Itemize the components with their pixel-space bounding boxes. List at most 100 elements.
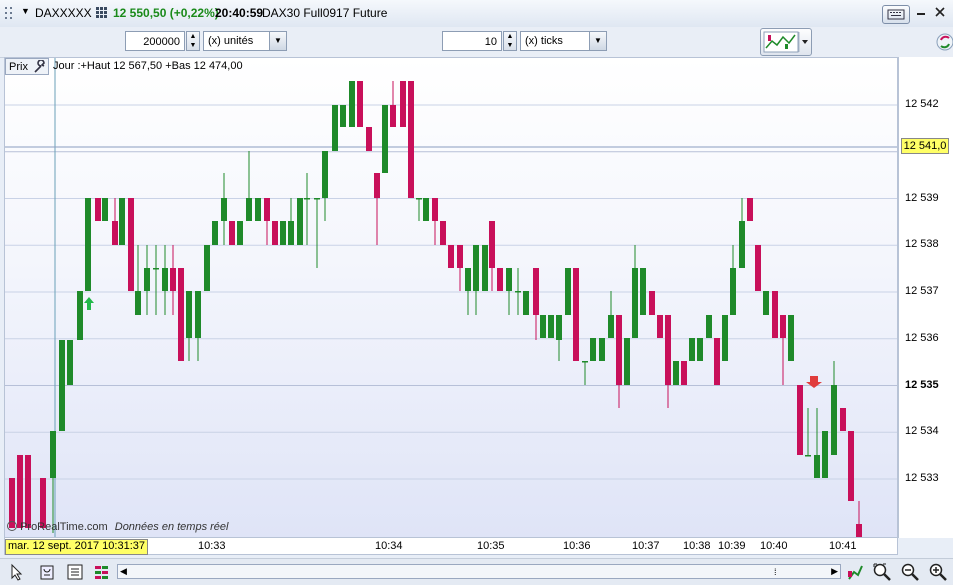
indicators-icon[interactable] <box>66 563 84 581</box>
time-tick-label: 10:37 <box>632 540 660 552</box>
wrench-icon[interactable] <box>32 60 46 74</box>
candle-body <box>408 81 414 198</box>
candle-body <box>85 198 91 291</box>
candle-body <box>221 198 227 221</box>
candle-body <box>582 361 588 363</box>
grip-icon[interactable] <box>4 6 14 20</box>
price-tick-label: 12 536 <box>905 331 939 344</box>
ticks-input[interactable]: 10 <box>442 31 502 51</box>
ticks-unit-select[interactable]: (x) ticks ▼ <box>520 31 607 51</box>
zoom-fit-icon[interactable] <box>872 562 892 582</box>
candle-body <box>523 291 529 315</box>
chevron-down-icon[interactable]: ▼ <box>269 32 286 50</box>
candle-body <box>780 315 786 338</box>
candle-body <box>153 268 159 270</box>
candle-body <box>599 338 605 361</box>
candle-body <box>95 198 101 221</box>
candle-body <box>448 245 454 268</box>
zoom-out-icon[interactable] <box>900 562 920 582</box>
bars-tool-icon[interactable] <box>93 563 111 581</box>
time-tick-label: 10:36 <box>563 540 591 552</box>
time-tick-label: 10:41 <box>829 540 857 552</box>
quantity-unit-label: (x) unités <box>208 35 254 47</box>
ticks-stepper[interactable]: ▲ ▼ <box>503 31 517 51</box>
candle-body <box>288 221 294 245</box>
price-tick-label: 12 539 <box>905 191 939 204</box>
price-chart[interactable]: Prix Jour :+Haut 12 567,50 +Bas 12 474,0… <box>4 57 898 538</box>
refresh-icon[interactable] <box>934 29 953 55</box>
chart-settings-button[interactable] <box>760 28 812 56</box>
candle-body <box>772 291 778 338</box>
candle-body <box>632 268 638 338</box>
scroll-right-icon[interactable]: ▶ <box>831 566 838 577</box>
candlestick-plot <box>5 58 897 537</box>
sell-arrow-icon <box>806 376 822 388</box>
keyboard-icon[interactable] <box>882 5 910 24</box>
candle-body <box>747 198 753 221</box>
quantity-stepper[interactable]: ▲ ▼ <box>186 31 200 51</box>
scroll-thumb-grip[interactable]: ⁞ <box>774 567 777 577</box>
title-bar: ▼ DAXXXXX 12 550,50 (+0,22%) 20:40:59 DA… <box>0 0 953 28</box>
watermark-text: Données en temps réel <box>114 521 229 533</box>
candle-body <box>50 431 56 478</box>
current-price-value: 12 541,0 <box>903 140 947 152</box>
candle-body <box>822 431 828 478</box>
candle-body <box>229 221 235 245</box>
time-tick-label: 10:39 <box>718 540 746 552</box>
price-axis[interactable]: 12 54212 54012 53912 53812 53712 53612 5… <box>898 57 953 538</box>
candle-body <box>119 198 125 245</box>
candle-body <box>722 315 728 361</box>
clock-time: 20:40:59 <box>215 6 264 20</box>
price-tick-label: 12 533 <box>905 472 939 484</box>
candle-body <box>739 221 745 268</box>
close-icon[interactable] <box>934 6 946 18</box>
candle-body <box>314 198 320 200</box>
quantity-unit-select[interactable]: (x) unités ▼ <box>203 31 287 51</box>
candle-body <box>540 315 546 338</box>
candle-body <box>102 198 108 221</box>
candle-body <box>195 291 201 338</box>
quantity-input[interactable]: 200000 <box>125 31 185 51</box>
symbol-label[interactable]: DAXXXXX <box>35 6 92 20</box>
bottom-toolbar: ◀ ⁞ ▶ <box>0 558 953 585</box>
candle-body <box>390 105 396 127</box>
order-toolbar: 200000 ▲ ▼ (x) unités ▼ 10 ▲ ▼ (x) ticks ▼ <box>0 27 953 58</box>
candle-body <box>416 198 422 200</box>
settings-grid-icon[interactable] <box>96 7 107 18</box>
minimize-icon[interactable] <box>916 6 926 16</box>
candle-body <box>831 385 837 455</box>
candle-body <box>304 198 310 200</box>
time-tick-label: 10:34 <box>375 540 403 552</box>
candle-body <box>649 291 655 315</box>
scroll-left-icon[interactable]: ◀ <box>120 566 127 577</box>
cursor-time-value: mar. 12 sept. 2017 10:31:37 <box>8 540 145 552</box>
chevron-down-icon[interactable]: ▼ <box>589 32 606 50</box>
candle-body <box>59 340 65 431</box>
candle-body <box>763 291 769 315</box>
candle-body <box>280 221 286 245</box>
candle-body <box>624 338 630 385</box>
candle-body <box>382 105 388 173</box>
cursor-tool-icon[interactable] <box>8 563 26 581</box>
candle-body <box>144 268 150 291</box>
candle-body <box>482 245 488 291</box>
price-tick-label: 12 542 <box>905 98 939 110</box>
candle-body <box>673 361 679 385</box>
symbol-dropdown-icon[interactable]: ▼ <box>21 6 30 16</box>
candle-body <box>515 291 521 293</box>
scrollbar[interactable]: ◀ ⁞ ▶ <box>117 564 841 579</box>
price-tick-label: 12 538 <box>905 238 939 251</box>
candle-body <box>465 268 471 291</box>
time-tick-label: 10:35 <box>477 540 505 552</box>
price-tag-button[interactable]: Prix <box>5 58 49 75</box>
auto-scroll-icon[interactable] <box>846 562 864 582</box>
magnet-tool-icon[interactable] <box>38 563 56 581</box>
candle-body <box>264 198 270 221</box>
candle-body <box>706 315 712 338</box>
candle-body <box>332 105 338 151</box>
candle-body <box>17 455 23 528</box>
candle-body <box>457 245 463 268</box>
time-axis[interactable]: 10:33 10:34 10:35 10:36 10:37 10:38 10:39 10:40… <box>4 538 898 555</box>
zoom-in-icon[interactable] <box>928 562 948 582</box>
candle-body <box>590 338 596 361</box>
